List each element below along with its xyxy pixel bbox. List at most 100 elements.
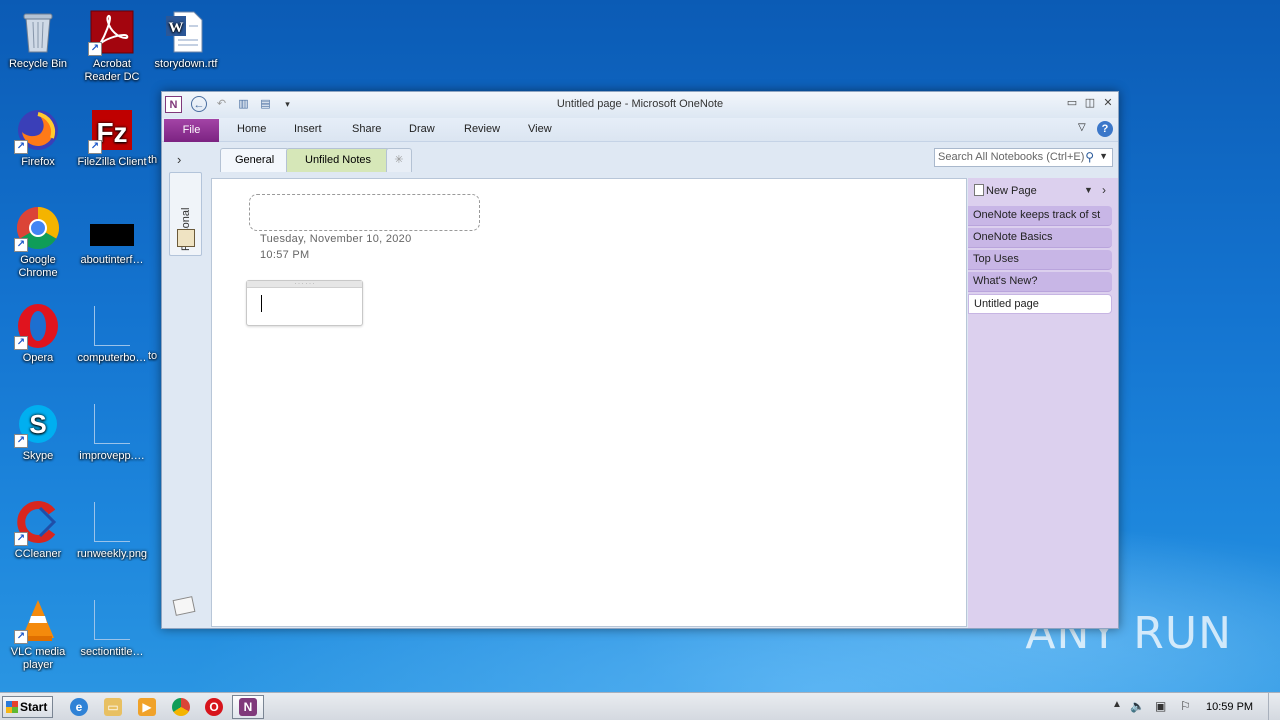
desktop-icon-sectiontitle[interactable]: sectiontitle… (74, 592, 150, 682)
help-icon[interactable]: ? (1097, 121, 1113, 137)
show-hidden-icons-icon[interactable]: ▲ (1112, 699, 1122, 710)
search-placeholder: Search All Notebooks (Ctrl+E) (938, 151, 1085, 163)
workspace: › Personal General Unfiled Notes ✳ Searc… (162, 142, 1118, 628)
desktop-icon-label: Opera (22, 352, 54, 364)
notebook-tab-personal[interactable]: Personal (169, 172, 202, 256)
chrome-icon[interactable] (172, 698, 190, 716)
tab-draw[interactable]: Draw (409, 123, 435, 135)
desktop-icon-label: runweekly.png (76, 548, 148, 560)
close-icon[interactable]: ✕ (1100, 97, 1116, 111)
ccleaner-icon: ↗ (14, 498, 62, 546)
desktop-icon-label: Recycle Bin (8, 58, 68, 70)
media-player-icon[interactable]: ▶ (138, 698, 156, 716)
desktop-icon-opera[interactable]: ↗ Opera (0, 298, 76, 388)
network-icon[interactable]: ▣ (1155, 699, 1166, 713)
search-icon[interactable]: ⚲ (1085, 150, 1094, 164)
opera-icon[interactable]: O (205, 698, 223, 716)
desktop-icon-label: Acrobat Reader DC (84, 58, 140, 83)
shortcut-arrow-icon: ↗ (88, 140, 102, 154)
desktop-icon-aboutinterf[interactable]: aboutinterf… (74, 200, 150, 290)
file-icon (88, 302, 136, 350)
collapse-panel-icon[interactable]: › (1102, 183, 1106, 197)
shortcut-arrow-icon: ↗ (14, 140, 28, 154)
desktop-icon-label: improvepp.… (79, 450, 145, 462)
shortcut-arrow-icon: ↗ (14, 336, 28, 350)
page-tabs-panel: New Page ▼ › OneNote keeps track of st O… (968, 178, 1118, 628)
desktop-icon-label: FileZilla Client (77, 156, 147, 168)
taskbar-onenote-button[interactable]: N (232, 695, 264, 719)
desktop-icon-label: sectiontitle… (80, 646, 144, 658)
text-caret (261, 295, 262, 312)
note-container-handle[interactable]: · · · · · · (247, 281, 362, 288)
desktop-icon-label: Skype (22, 450, 54, 462)
acrobat-icon: ↗ (88, 8, 136, 56)
desktop-icon-skype[interactable]: S ↗ Skype (0, 396, 76, 486)
desktop-icon-chrome[interactable]: ↗ Google Chrome (0, 200, 76, 290)
opera-icon: ↗ (14, 302, 62, 350)
desktop-icon-runweekly[interactable]: runweekly.png (74, 494, 150, 584)
internet-explorer-icon[interactable]: e (70, 698, 88, 716)
desktop-icon-filezilla[interactable]: Fz ↗ FileZilla Client (74, 102, 150, 192)
desktop-icon-storydown[interactable]: W storydown.rtf (148, 4, 224, 94)
expand-ribbon-icon[interactable]: ▽ (1078, 122, 1086, 133)
page-item[interactable]: OneNote Basics (968, 228, 1112, 248)
tab-section-unfiled-notes[interactable]: Unfiled Notes (286, 148, 391, 172)
desktop-icon-computerbo[interactable]: computerbo… (74, 298, 150, 388)
page-item[interactable]: Top Uses (968, 250, 1112, 270)
shortcut-arrow-icon: ↗ (14, 630, 28, 644)
minimize-icon[interactable]: ▭ (1064, 97, 1080, 111)
desktop-icon-vlc[interactable]: ↗ VLC media player (0, 592, 76, 682)
tab-section-general[interactable]: General (220, 148, 290, 172)
show-desktop-button[interactable] (1268, 693, 1280, 720)
new-page-button[interactable]: New Page (974, 184, 1037, 197)
new-page-label: New Page (986, 185, 1037, 197)
page-item[interactable]: What's New? (968, 272, 1112, 292)
unfiled-notes-icon[interactable] (172, 596, 196, 616)
desktop-icon-label: VLC media player (10, 646, 66, 671)
filezilla-icon: Fz ↗ (88, 106, 136, 154)
action-center-flag-icon[interactable]: ⚐ (1180, 699, 1191, 713)
page-item-active[interactable]: Untitled page (968, 294, 1112, 314)
new-section-icon[interactable]: ✳ (386, 148, 412, 172)
desktop-icon-firefox[interactable]: ↗ Firefox (0, 102, 76, 192)
shortcut-arrow-icon: ↗ (14, 532, 28, 546)
window-title: Untitled page - Microsoft OneNote (556, 98, 724, 110)
shortcut-arrow-icon: ↗ (14, 238, 28, 252)
clock[interactable]: 10:59 PM (1206, 701, 1253, 713)
taskbar: Start e ▭ ▶ O N ▲ 🔈 ▣ ⚐ 10:59 PM (0, 692, 1280, 720)
desktop-icon-label: Google Chrome (18, 254, 58, 279)
tab-insert[interactable]: Insert (294, 123, 322, 135)
tab-share[interactable]: Share (352, 123, 381, 135)
page-title-input[interactable] (249, 194, 480, 231)
file-explorer-icon[interactable]: ▭ (104, 698, 122, 716)
image-file-icon (88, 498, 136, 546)
start-button[interactable]: Start (2, 696, 53, 718)
desktop-icon-acrobat[interactable]: ↗ Acrobat Reader DC (74, 4, 150, 94)
search-scope-chevron-icon[interactable]: ▼ (1099, 151, 1108, 161)
search-input[interactable]: Search All Notebooks (Ctrl+E) ⚲ ▼ (934, 148, 1113, 167)
desktop-icon-improvepp[interactable]: improvepp.… (74, 396, 150, 486)
volume-icon[interactable]: 🔈 (1130, 699, 1145, 713)
section-tabs: General Unfiled Notes ✳ (220, 146, 960, 172)
page-canvas[interactable]: Tuesday, November 10, 2020 10:57 PM · · … (211, 178, 967, 627)
tab-review[interactable]: Review (464, 123, 500, 135)
desktop-icon-label: CCleaner (14, 548, 62, 560)
tab-home[interactable]: Home (237, 123, 266, 135)
desktop-icon-label: storydown.rtf (154, 58, 218, 70)
restore-icon[interactable]: ◫ (1082, 97, 1098, 111)
expand-navigation-icon[interactable]: › (177, 152, 181, 167)
firefox-icon: ↗ (14, 106, 62, 154)
chrome-icon: ↗ (14, 204, 62, 252)
title-bar: N ← ↶ ▥ ▤ ▾ Untitled page - Microsoft On… (162, 92, 1118, 118)
onenote-icon: N (239, 698, 257, 716)
new-page-chevron-icon[interactable]: ▼ (1084, 185, 1093, 195)
new-page-icon (974, 184, 984, 196)
page-item[interactable]: OneNote keeps track of st (968, 206, 1112, 226)
navigation-bar: › Personal (162, 144, 210, 628)
desktop-icon-ccleaner[interactable]: ↗ CCleaner (0, 494, 76, 584)
note-container[interactable]: · · · · · · (246, 280, 363, 326)
tab-view[interactable]: View (528, 123, 552, 135)
desktop-icon-recycle-bin[interactable]: Recycle Bin (0, 4, 76, 94)
tab-file[interactable]: File (164, 119, 219, 142)
word-document-icon: W (162, 8, 210, 56)
